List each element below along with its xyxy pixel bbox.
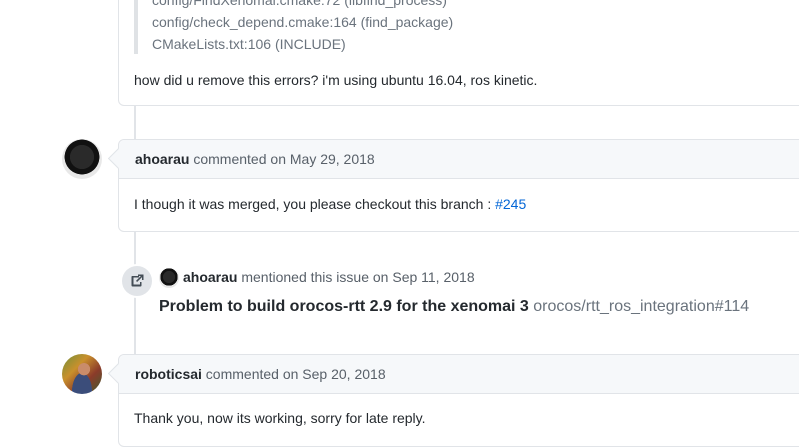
comment-date[interactable]: on May 29, 2018 [270,151,374,167]
author-link[interactable]: ahoarau [135,151,189,167]
comment-header-text: ahoarau commented on May 29, 2018 [135,151,375,167]
quote-line: CMakeLists.txt:106 (INCLUDE) [152,36,346,52]
author-link[interactable]: roboticsai [135,366,202,382]
event-action: mentioned this issue [241,269,369,285]
referenced-issue[interactable]: Problem to build orocos-rtt 2.9 for the … [159,298,749,316]
comment-action: commented [193,151,267,167]
comment-date[interactable]: on Sep 20, 2018 [283,366,386,382]
comment-header-text: roboticsai commented on Sep 20, 2018 [135,366,386,382]
comment-action: commented [205,366,279,382]
comment-box: roboticsai commented on Sep 20, 2018 [107,354,799,447]
author-link[interactable]: ahoarau [183,269,237,285]
comment-header: ahoarau commented on May 29, 2018 [119,140,799,179]
referenced-issue-title[interactable]: Problem to build orocos-rtt 2.9 for the … [159,298,529,315]
avatar[interactable] [159,268,179,288]
comment-body: Thank you, now its working, sorry for la… [134,410,426,426]
comment-body-text: I though it was merged, you please check… [134,196,492,212]
comment-header: roboticsai commented on Sep 20, 2018 [119,355,799,394]
cross-reference-icon [131,274,144,287]
avatar[interactable] [62,139,102,179]
issue-link[interactable]: #245 [495,196,526,212]
blockquote [134,0,138,54]
referenced-issue-repo[interactable]: orocos/rtt_ros_integration#114 [533,298,749,315]
comment-body: how did u remove this errors? i'm using … [134,72,538,88]
event-date[interactable]: on Sep 11, 2018 [373,269,475,285]
event-text: ahoarau mentioned this issue on Sep 11, … [183,269,475,285]
event-badge [120,264,154,298]
comment-box: ahoarau commented on May 29, 2018 [107,139,799,232]
quote-line: config/check_depend.cmake:164 (find_pack… [152,14,454,30]
comment-body: I though it was merged, you please check… [134,196,526,212]
avatar[interactable] [62,354,102,394]
quote-line: config/FindXenomai.cmake:72 (libfind_pro… [152,0,447,8]
